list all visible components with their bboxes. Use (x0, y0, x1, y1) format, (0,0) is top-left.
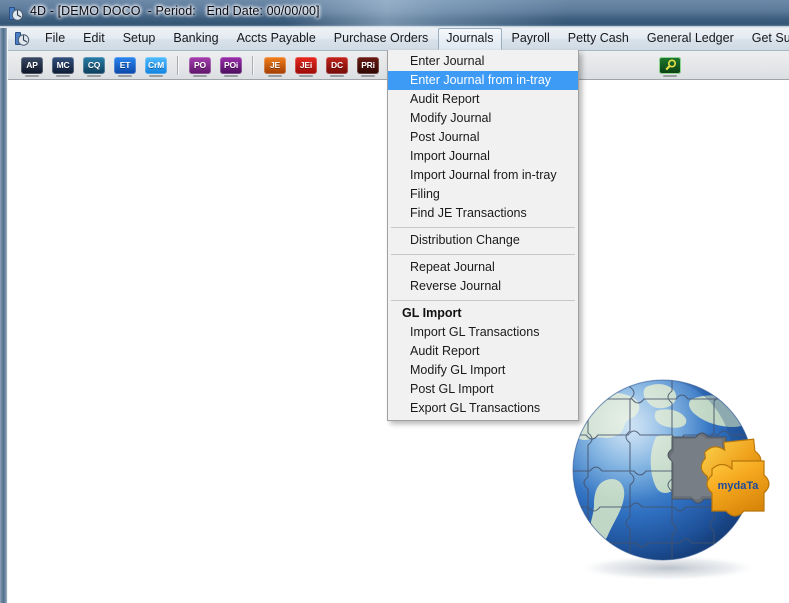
toolbar-button-je[interactable]: JE (264, 56, 286, 77)
toolbar-button-cq[interactable]: CQ (83, 56, 105, 77)
app-4d-icon (8, 6, 24, 22)
toolbar-button-label: PO (194, 60, 206, 70)
menu-item-accts-payable[interactable]: Accts Payable (229, 28, 324, 50)
toolbar-button-label: CrM (148, 60, 164, 70)
menu-option-enter-journal[interactable]: Enter Journal (388, 52, 578, 71)
toolbar-button-crm[interactable]: CrM (145, 56, 167, 77)
menu-item-banking[interactable]: Banking (165, 28, 226, 50)
toolbar-button-find[interactable] (659, 56, 681, 77)
toolbar-button-jei[interactable]: JEi (295, 56, 317, 77)
toolbar-button-label: ET (119, 60, 131, 70)
toolbar-button-ap[interactable]: AP (21, 56, 43, 77)
menu-bar: File Edit Setup Banking Accts Payable Purchas… (8, 28, 789, 51)
toolbar-button-pri[interactable]: PRi (357, 56, 379, 77)
window-title-bar: 4D - [DEMO DOCO - Period: End Date: 00/0… (0, 0, 789, 28)
menu-option-import-gl-transactions[interactable]: Import GL Transactions (388, 323, 578, 342)
menu-option-post-journal[interactable]: Post Journal (388, 128, 578, 147)
menu-item-petty-cash[interactable]: Petty Cash (560, 28, 637, 50)
toolbar-button-dc[interactable]: DC (326, 56, 348, 77)
menu-item-payroll[interactable]: Payroll (504, 28, 558, 50)
menu-item-journals[interactable]: Journals (438, 28, 502, 50)
menu-option-modify-gl-import[interactable]: Modify GL Import (388, 361, 578, 380)
toolbar-button-label: POi (223, 60, 239, 70)
toolbar-button-label: JEi (299, 60, 313, 70)
toolbar-separator (252, 55, 254, 75)
menu-option-audit-report[interactable]: Audit Report (388, 90, 578, 109)
menu-option-import-journal[interactable]: Import Journal (388, 147, 578, 166)
menu-option-post-gl-import[interactable]: Post GL Import (388, 380, 578, 399)
menu-item-purchase-orders[interactable]: Purchase Orders (326, 28, 436, 50)
menu-option-reverse-journal[interactable]: Reverse Journal (388, 277, 578, 296)
toolbar-button-label: CQ (87, 60, 101, 70)
window-title-text: 4D - [DEMO DOCO - Period: End Date: 00/0… (30, 4, 320, 18)
toolbar-button-label: DC (331, 60, 343, 70)
menu-item-general-ledger[interactable]: General Ledger (639, 28, 742, 50)
toolbar-button-label: MC (56, 60, 70, 70)
journals-dropdown-menu: Enter Journal Enter Journal from in-tray A… (387, 50, 579, 421)
toolbar-separator (177, 55, 179, 75)
toolbar-button-poi[interactable]: POi (220, 56, 242, 77)
magnifier-icon (664, 58, 676, 70)
menu-item-edit[interactable]: Edit (75, 28, 113, 50)
menu-option-export-gl-transactions[interactable]: Export GL Transactions (388, 399, 578, 418)
menu-option-distribution-change[interactable]: Distribution Change (388, 231, 578, 250)
toolbar-button-po[interactable]: PO (189, 56, 211, 77)
menu-option-find-je-transactions[interactable]: Find JE Transactions (388, 204, 578, 223)
menu-separator (391, 254, 575, 255)
toolbar-button-label: PRi (361, 60, 375, 70)
globe-puzzle-logo: mydaTa (560, 365, 789, 603)
menu-separator (391, 300, 575, 301)
menu-option-repeat-journal[interactable]: Repeat Journal (388, 258, 578, 277)
app-4d-icon-menubar (14, 31, 30, 47)
menu-option-audit-report[interactable]: Audit Report (388, 342, 578, 361)
toolbar-button-label: AP (26, 60, 38, 70)
menu-option-modify-journal[interactable]: Modify Journal (388, 109, 578, 128)
menu-item-file[interactable]: File (37, 28, 73, 50)
menu-option-filing[interactable]: Filing (388, 185, 578, 204)
menu-separator (391, 227, 575, 228)
menu-option-gl-import: GL Import (402, 306, 462, 320)
puzzle-piece-label: mydaTa (718, 480, 760, 492)
menu-option-enter-journal-from-in-tray[interactable]: Enter Journal from in-tray (388, 71, 578, 90)
menu-item-setup[interactable]: Setup (115, 28, 164, 50)
menu-option-import-journal-from-in-tray[interactable]: Import Journal from in-tray (388, 166, 578, 185)
toolbar-button-label: JE (270, 60, 280, 70)
toolbar-button-mc[interactable]: MC (52, 56, 74, 77)
toolbar-button-et[interactable]: ET (114, 56, 136, 77)
menu-item-get-support[interactable]: Get Support (744, 28, 789, 50)
